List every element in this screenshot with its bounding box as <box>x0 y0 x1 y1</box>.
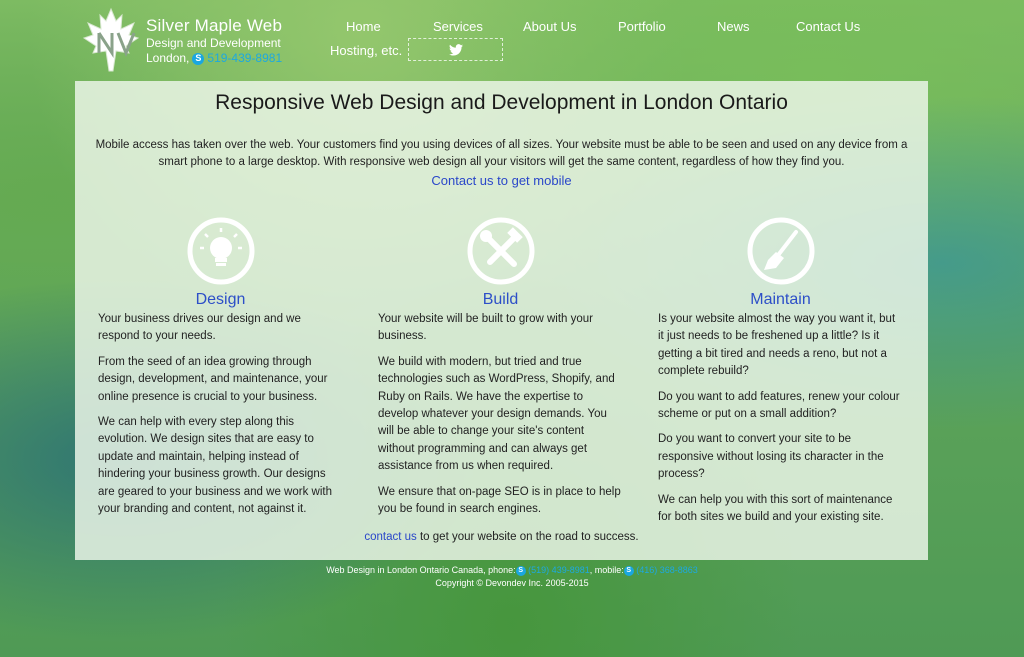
maintain-paragraph: Do you want to add features, renew your … <box>658 390 900 421</box>
nav-services[interactable]: Services <box>433 19 483 34</box>
brand-phone-link[interactable]: 519-439-8981 <box>207 51 282 66</box>
brand-tagline: Design and Development <box>146 36 281 50</box>
maintain-column: Maintain Is your website almost the way … <box>658 216 903 534</box>
build-paragraph: Your website will be built to grow with … <box>378 313 593 343</box>
maintain-paragraph: Is your website almost the way you want … <box>658 313 896 378</box>
skype-icon[interactable]: S <box>623 565 634 576</box>
bottom-cta-text: to get your website on the road to succe… <box>416 531 639 543</box>
build-column: Build Your website will be built to grow… <box>378 216 623 526</box>
brush-icon <box>747 217 814 285</box>
page-title: Responsive Web Design and Development in… <box>215 91 788 114</box>
skype-icon[interactable]: S <box>192 52 205 65</box>
tools-icon <box>467 217 534 285</box>
lightbulb-icon <box>187 217 254 285</box>
footer: Web Design in London Ontario Canada, pho… <box>0 564 1024 590</box>
design-paragraph: Your business drives our design and we r… <box>98 313 301 343</box>
design-heading: Design <box>195 291 246 308</box>
footer-prefix: Web Design in London Ontario Canada, pho… <box>326 565 516 575</box>
nav-hosting[interactable]: Hosting, etc. <box>330 43 402 58</box>
build-paragraph: We build with modern, but tried and true… <box>378 355 615 473</box>
twitter-button[interactable] <box>408 38 503 61</box>
nav-about-us[interactable]: About Us <box>523 19 576 34</box>
footer-contact-line: Web Design in London Ontario Canada, pho… <box>0 564 1024 577</box>
skype-icon[interactable]: S <box>515 565 526 576</box>
copyright: Copyright © Devondev Inc. 2005-2015 <box>435 578 589 588</box>
design-column: Design Your business drives our design a… <box>98 216 343 526</box>
brand-block: Silver Maple Web Design and Development … <box>146 16 282 66</box>
nav-news[interactable]: News <box>717 19 750 34</box>
bottom-cta: contact us to get your website on the ro… <box>75 531 928 543</box>
nav-contact-us[interactable]: Contact Us <box>796 19 860 34</box>
maintain-heading: Maintain <box>750 291 811 308</box>
build-heading: Build <box>482 291 519 308</box>
contact-us-link[interactable]: contact us <box>364 531 416 543</box>
build-paragraph: We ensure that on-page SEO is in place t… <box>378 485 621 516</box>
contact-cta-link[interactable]: Contact us to get mobile <box>75 173 928 188</box>
nav-portfolio[interactable]: Portfolio <box>618 19 666 34</box>
twitter-icon <box>448 43 463 56</box>
brand-contact: London, S 519-439-8981 <box>146 51 282 66</box>
brand-name[interactable]: Silver Maple Web <box>146 16 282 36</box>
maple-leaf-logo[interactable] <box>82 7 140 73</box>
footer-phone-link[interactable]: (519) 439-8981 <box>528 565 590 575</box>
brand-city: London, <box>146 51 190 65</box>
maintain-paragraph: We can help you with this sort of mainte… <box>658 493 893 524</box>
design-paragraph: From the seed of an idea growing through… <box>98 355 328 403</box>
maintain-paragraph: Do you want to convert your site to be r… <box>658 433 884 481</box>
footer-mobile-link[interactable]: (416) 368-8863 <box>636 565 698 575</box>
nav-home[interactable]: Home <box>346 19 381 34</box>
main-panel: Responsive Web Design and Development in… <box>75 81 928 560</box>
intro-text: Mobile access has taken over the web. Yo… <box>95 139 908 168</box>
design-paragraph: We can help with every step along this e… <box>98 416 332 516</box>
footer-mobile-label: , mobile: <box>589 565 624 575</box>
